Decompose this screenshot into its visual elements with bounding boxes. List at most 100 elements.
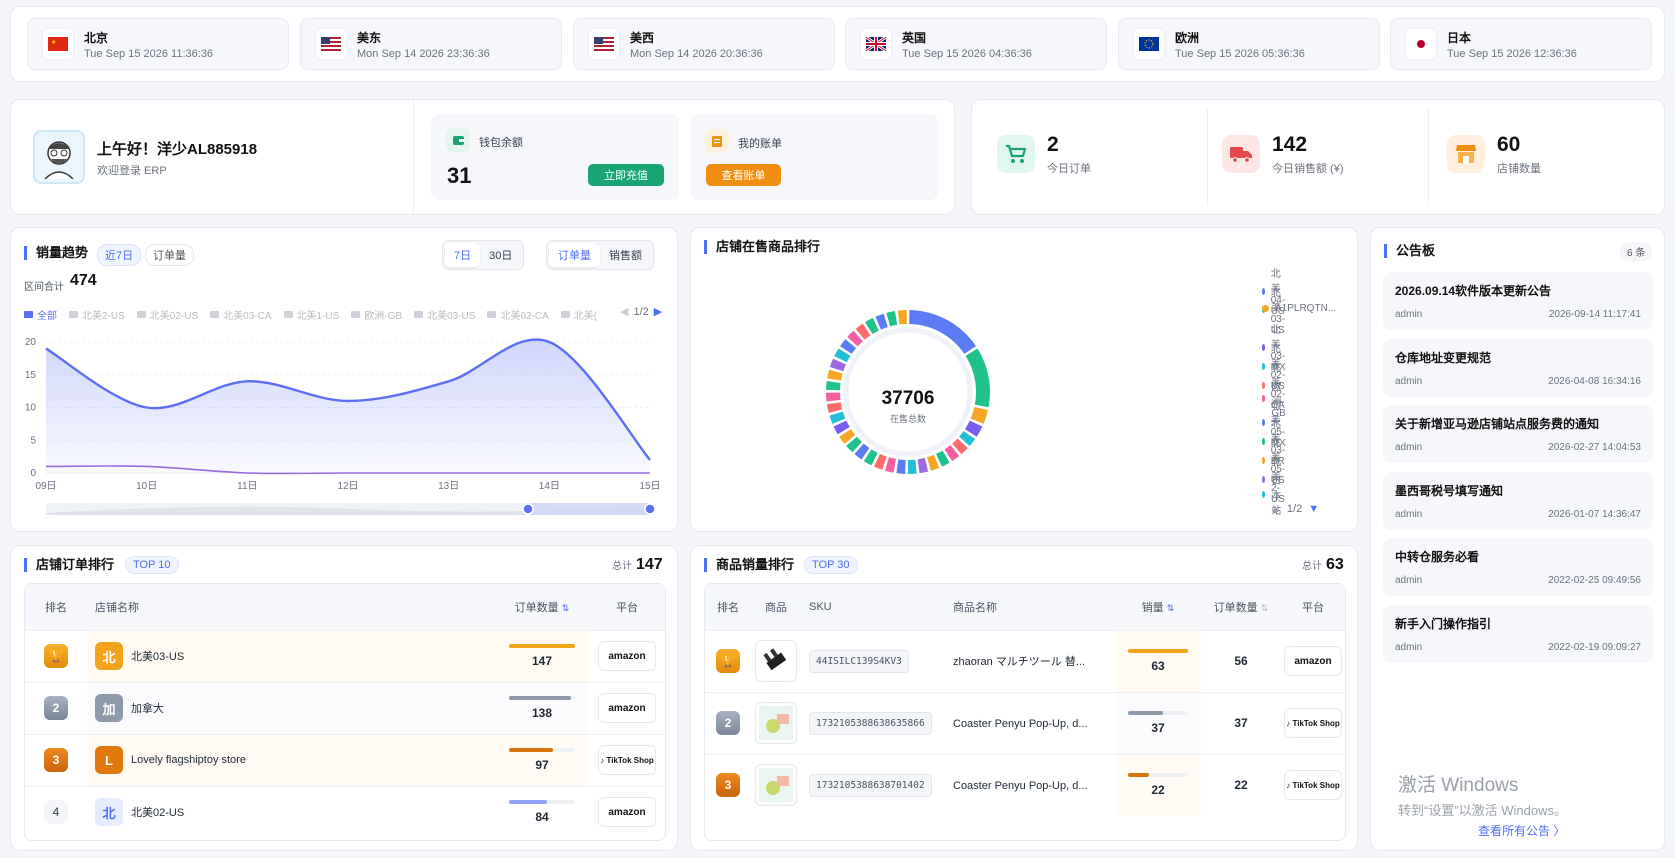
- product-thumbnail[interactable]: [755, 640, 797, 682]
- greeting: 上午好！洋少AL885918: [97, 141, 258, 158]
- donut-legend-page: 1/2: [1286, 503, 1303, 515]
- flag-uk-icon: [860, 28, 892, 60]
- product-thumbnail[interactable]: [755, 764, 797, 807]
- table-row[interactable]: 3 1732105388638701402 Coaster Penyu Pop-Up…: [705, 754, 1345, 816]
- table-row[interactable]: 🏆 44ISILC139S4KV3 zhaoran マルチツール 替... 63 56 a…: [705, 630, 1345, 692]
- legend-item[interactable]: 北美(: [560, 307, 597, 322]
- legend-swatch: [136, 311, 146, 318]
- order-count: 84: [535, 810, 549, 825]
- x-tick-label: 09日: [35, 481, 56, 492]
- donut-slice[interactable]: [827, 369, 843, 381]
- legend-item[interactable]: 全部: [24, 307, 57, 322]
- notice-item[interactable]: 新手入门操作指引 admin 2022-02-19 09:09:27: [1383, 604, 1653, 663]
- zoom-handle-left[interactable]: [522, 503, 534, 515]
- legend-swatch: [210, 311, 220, 318]
- legend-item[interactable]: 北美2-US: [69, 307, 125, 322]
- tab-30d[interactable]: 30日: [480, 243, 521, 267]
- notice-item[interactable]: 中转仓服务必看 admin 2022-02-25 09:49:56: [1383, 538, 1653, 596]
- zoom-handle-right[interactable]: [644, 503, 656, 515]
- table-row[interactable]: 2 1732105388638635866 Coaster Penyu Pop-Up…: [705, 692, 1345, 754]
- sort-icon[interactable]: ⇅: [1167, 603, 1175, 613]
- legend-item[interactable]: 欧洲-GB: [351, 307, 402, 322]
- timezone-time: Tue Sep 15 2026 11:36:36: [84, 47, 214, 60]
- legend-item[interactable]: 北美1-US: [283, 307, 340, 322]
- sort-icon[interactable]: ⇅: [1261, 603, 1269, 613]
- sku-tag[interactable]: 44ISILC139S4KV3: [809, 649, 909, 673]
- next-icon[interactable]: ▶: [654, 305, 662, 318]
- notice-item[interactable]: 2026.09.14软件版本更新公告 admin 2026-09-14 11:17:…: [1383, 272, 1653, 330]
- prev-icon[interactable]: ◀: [620, 305, 628, 318]
- sales-bar: [1128, 773, 1188, 778]
- shop-icon: [1447, 135, 1485, 173]
- tab-7d[interactable]: 7日: [445, 243, 481, 267]
- donut-slice[interactable]: [826, 402, 843, 413]
- period-tabs: 7日 30日: [442, 240, 525, 270]
- tab-sales[interactable]: 销售额: [600, 243, 651, 267]
- donut-slice[interactable]: [970, 406, 988, 424]
- donut-slice[interactable]: [897, 310, 907, 325]
- order-count: 56: [1234, 654, 1248, 668]
- next-icon[interactable]: ▼: [1308, 503, 1319, 515]
- sort-icon[interactable]: ⇅: [562, 603, 570, 613]
- stat-value: 142: [1272, 132, 1308, 156]
- legend-page-text: 1/2: [633, 305, 649, 318]
- product-rank-total: 总计 63: [1302, 556, 1344, 574]
- view-all-notices-link[interactable]: 查看所有公告 〉: [1478, 822, 1565, 839]
- legend-item[interactable]: 北美03-US: [414, 307, 475, 322]
- donut-slice[interactable]: [927, 454, 940, 471]
- stat-label: 今日销售额 (¥): [1272, 162, 1344, 175]
- sku-tag[interactable]: 1732105388638635866: [809, 711, 932, 735]
- prev-icon[interactable]: ▲: [1270, 503, 1281, 515]
- truck-icon: [1222, 135, 1260, 173]
- donut-legend-pager: ▲ 1/2 ▼: [1270, 503, 1319, 515]
- notice-author: admin: [1395, 309, 1423, 320]
- shop-avatar: L: [95, 746, 123, 774]
- timezone-card-uk: 英国 Tue Sep 15 2026 04:36:36: [845, 18, 1107, 70]
- notice-item[interactable]: 仓库地址变更规范 admin 2026-04-08 16:34:16: [1383, 338, 1653, 397]
- notice-item[interactable]: 关于新增亚马逊店铺站点服务费的通知 admin 2026-02-27 14:04:5…: [1383, 405, 1653, 463]
- legend-item[interactable]: 北美02-CA: [487, 307, 549, 322]
- donut-slice[interactable]: [875, 313, 888, 330]
- donut-center-label: 在售总数: [889, 414, 926, 424]
- legend-label: 北美1-US: [296, 311, 340, 322]
- shop-rank-total: 总计 147: [612, 556, 663, 574]
- legend-swatch: [351, 311, 361, 318]
- donut-slice[interactable]: [829, 358, 846, 372]
- donut-slice[interactable]: [896, 459, 906, 474]
- donut-slice[interactable]: [886, 311, 898, 327]
- table-row[interactable]: 2 加加拿大 138 amazon: [25, 682, 665, 734]
- recharge-button[interactable]: 立即充值: [588, 164, 664, 186]
- donut-slice[interactable]: [907, 459, 917, 474]
- legend-item[interactable]: 北美03-CA: [210, 307, 272, 322]
- sku-tag[interactable]: 1732105388638701402: [809, 773, 932, 797]
- timezone-time: Mon Sep 14 2026 23:36:36: [357, 47, 490, 60]
- notice-date: 2026-04-08 16:34:16: [1548, 375, 1641, 387]
- product-name: zhaoran マルチツール 替...: [953, 656, 1086, 668]
- y-tick-label: 15: [25, 370, 37, 381]
- donut-slice[interactable]: [826, 392, 841, 402]
- table-row[interactable]: 🏆 北北美03-US 147 amazon: [25, 630, 665, 682]
- table-row[interactable]: 3 L Lovely flagshiptoy store 97 ♪ TikTok Sho…: [25, 734, 665, 786]
- donut-legend-item[interactable]: A1PLRQTN...: [1262, 303, 1336, 314]
- view-bill-button[interactable]: 查看账单: [706, 164, 781, 186]
- y-tick-label: 0: [30, 468, 36, 479]
- col-order-count[interactable]: 订单数量 ⇅: [1201, 584, 1281, 630]
- flag-jp-icon: [1405, 28, 1437, 60]
- notice-count: 6 条: [1620, 242, 1653, 261]
- donut-slice[interactable]: [917, 457, 929, 474]
- donut-slice[interactable]: [829, 411, 846, 424]
- donut-slice[interactable]: [826, 381, 841, 391]
- metric-pill: 订单量: [145, 244, 194, 266]
- donut-slice[interactable]: [885, 457, 897, 473]
- tab-orders[interactable]: 订单量: [549, 243, 600, 267]
- order-count: 138: [531, 706, 553, 720]
- product-rank-title: 商品销量排行: [704, 558, 794, 572]
- col-order-count[interactable]: 订单数量 ⇅: [495, 584, 589, 630]
- legend-item[interactable]: 北美02-US: [136, 307, 198, 322]
- table-row[interactable]: 4 北北美02-US 84 amazon: [25, 786, 665, 838]
- col-sales[interactable]: 销量 ⇅: [1115, 584, 1201, 630]
- notice-item[interactable]: 墨西哥税号填写通知 admin 2026-01-07 14:36:47: [1383, 471, 1653, 530]
- stat-value: 2: [1047, 132, 1059, 156]
- timezone-card-cn: ★ 北京 Tue Sep 15 2026 11:36:36: [27, 18, 289, 70]
- product-thumbnail[interactable]: [755, 702, 797, 744]
